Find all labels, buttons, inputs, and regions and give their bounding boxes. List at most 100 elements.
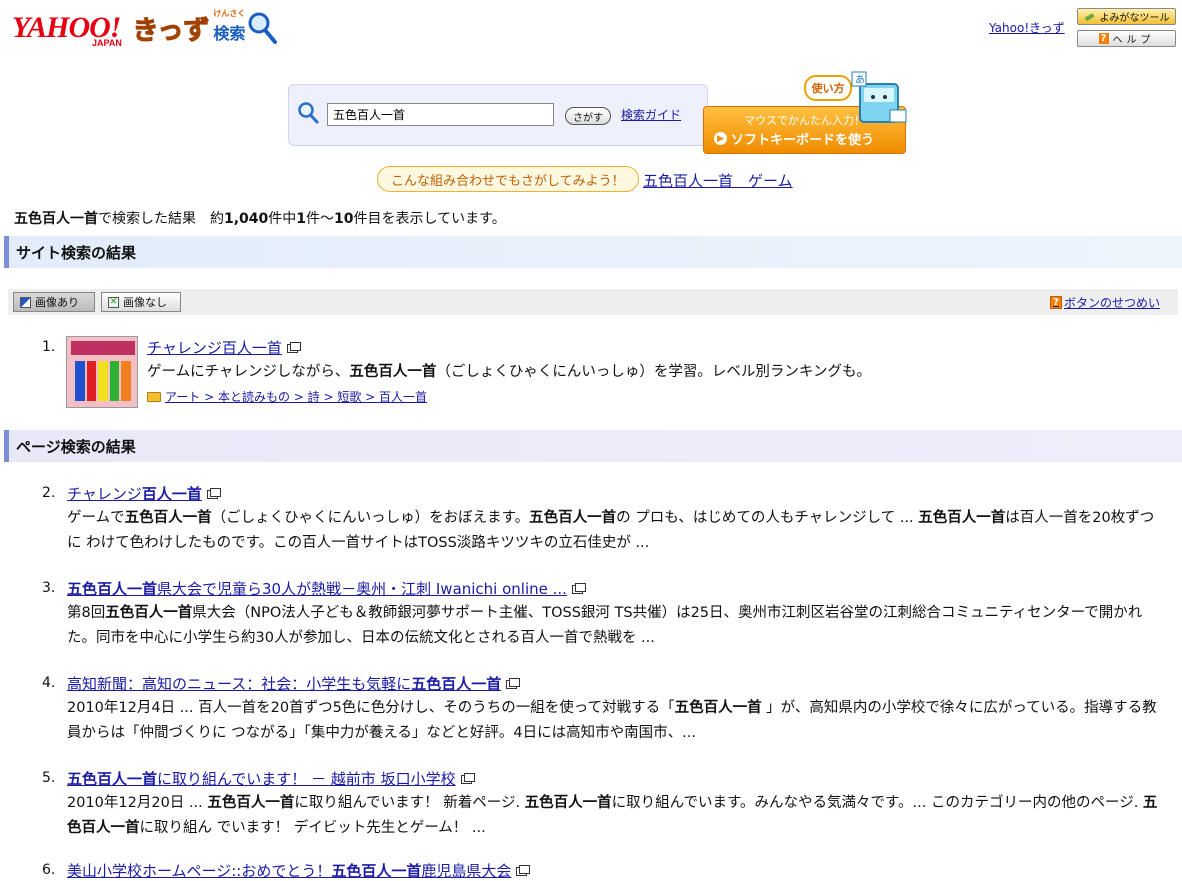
result-number: 2. <box>42 485 56 501</box>
question-icon: ? <box>1098 33 1109 44</box>
desc-keyword: 五色百人一首 <box>105 605 193 621</box>
title-keyword: 五色百人一首 <box>67 580 158 598</box>
summary-to: 10 <box>334 211 354 227</box>
desc-text: に取り組んでいます！ 新着ページ. <box>294 795 525 811</box>
help-button[interactable]: ? ヘルプ <box>1077 30 1176 47</box>
logo-search-label: 検索 <box>213 24 246 43</box>
title-keyword: 五色百人一首 <box>331 862 422 880</box>
header: YAHOO! JAPAN きっず けんさく 検索 Yahoo!きっず よみがなツ… <box>0 0 1182 60</box>
yahoo-kids-link[interactable]: Yahoo!きっず <box>989 19 1065 36</box>
result-summary: 五色百人一首で検索した結果 約1,040件中1件～10件目を表示しています。 <box>14 208 506 228</box>
site-thumbnail-image[interactable] <box>66 336 138 408</box>
folder-icon <box>147 391 161 402</box>
result-description: 第8回五色百人一首県大会（NPO法人子ども＆教師銀河夢サポート主催、TOSS銀河… <box>67 601 1167 651</box>
result-number: 1. <box>42 339 56 355</box>
images-on-button[interactable]: 画像あり <box>13 292 95 312</box>
site-search-heading: サイト検索の結果 <box>4 236 1182 268</box>
summary-text4: 件目を表示しています。 <box>353 211 506 227</box>
suggest-label: こんな組み合わせでもさがしてみよう！ <box>377 166 639 192</box>
title-text: 高知新聞：高知のニュース：社会：小学生も気軽に <box>67 675 412 693</box>
new-window-icon[interactable] <box>571 583 586 594</box>
desc-text: 2010年12月4日 ... 百人一首を20首ずつ5色に色分けし、そのうちの一組… <box>67 700 675 716</box>
page-search-heading: ページ検索の結果 <box>4 430 1182 462</box>
result-title-link[interactable]: 美山小学校ホームページ::おめでとう！五色百人一首鹿児島県大会 <box>67 860 531 881</box>
desc-keyword: 五色百人一首 <box>349 364 437 380</box>
images-on-label: 画像あり <box>35 296 79 309</box>
new-window-icon[interactable] <box>206 488 221 499</box>
play-arrow-icon: ▶ <box>714 132 727 145</box>
summary-text3: 件～ <box>306 211 335 227</box>
summary-from: 1 <box>296 211 307 227</box>
yomigana-tool-label: よみがなツール <box>1099 13 1170 24</box>
image-toggle-toolbar: 画像あり ✕ 画像なし ? ボタンのせつめい <box>8 289 1178 315</box>
search-icon <box>298 102 319 124</box>
summary-total: 1,040 <box>224 211 269 227</box>
result-number: 5. <box>42 770 56 786</box>
result-number: 3. <box>42 580 56 596</box>
question-icon: ? <box>1050 296 1062 309</box>
images-off-label: 画像なし <box>123 296 167 309</box>
search-input[interactable] <box>327 103 554 126</box>
summary-query: 五色百人一首 <box>14 211 98 227</box>
logo-search-ruby: けんさく <box>213 9 246 18</box>
images-off-button[interactable]: ✕ 画像なし <box>101 292 181 312</box>
image-on-icon <box>20 296 31 308</box>
result-title-link[interactable]: 五色百人一首に取り組んでいます！ － 越前市 坂口小学校 <box>67 768 475 789</box>
button-explanation-link[interactable]: ? ボタンのせつめい <box>1050 294 1160 311</box>
pencil-icon <box>1084 12 1094 21</box>
image-off-icon: ✕ <box>108 296 119 308</box>
title-keyword: 五色百人一首 <box>67 770 158 788</box>
keyboard-mascot-icon: あ <box>851 71 907 123</box>
result-title-link[interactable]: チャレンジ百人一首 <box>147 337 301 358</box>
result-description: ゲームで五色百人一首（ごしょくひゃくにんいっしゅ）をおぼえます。五色百人一首の … <box>67 506 1167 556</box>
desc-text: の プロも、はじめての人もチャレンジして ... <box>616 510 919 526</box>
desc-text: ゲームにチャレンジしながら、 <box>147 364 350 380</box>
desc-text: 2010年12月20日 ... <box>67 795 208 811</box>
howto-badge[interactable]: 使い方 <box>804 75 852 101</box>
result-number: 6. <box>42 862 56 878</box>
result-title-link[interactable]: 高知新聞：高知のニュース：社会：小学生も気軽に五色百人一首 <box>67 673 521 694</box>
desc-text: （ごしょくひゃくにんいっしゅ）を学習。レベル別ランキングも。 <box>436 364 871 380</box>
title-text: に取り組んでいます！ － 越前市 坂口小学校 <box>157 770 456 788</box>
result-description: 2010年12月20日 ... 五色百人一首に取り組んでいます！ 新着ページ. … <box>67 791 1167 841</box>
desc-text: （ごしょくひゃくにんいっしゅ）をおぼえます。 <box>211 510 530 526</box>
new-window-icon[interactable] <box>286 342 301 353</box>
new-window-icon[interactable] <box>506 678 521 689</box>
result-title-text: チャレンジ百人一首 <box>147 339 282 357</box>
search-guide-link[interactable]: 検索ガイド <box>621 106 681 123</box>
desc-text: ゲームで <box>67 510 125 526</box>
title-text: 鹿児島県大会 <box>421 862 512 880</box>
result-title-link[interactable]: 五色百人一首県大会で児童ら30人が熱戦－奥州・江刺 Iwanichi onlin… <box>67 578 586 599</box>
title-text: チャレンジ <box>67 485 142 503</box>
result-description: 2010年12月4日 ... 百人一首を20首ずつ5色に色分けし、そのうちの一組… <box>67 696 1167 746</box>
desc-keyword: 五色百人一首 <box>207 795 295 811</box>
magnifier-icon <box>248 12 278 44</box>
result-title-link[interactable]: チャレンジ百人一首 <box>67 483 221 504</box>
logo-japan-text: JAPAN <box>92 38 122 48</box>
desc-text: 県大会（NPO法人子ども＆教師銀河夢サポート主催、TOSS銀河 TS共催）は25… <box>67 605 1143 646</box>
help-label: ヘルプ <box>1112 35 1155 46</box>
category-path: アート > 本と読みもの > 詩 > 短歌 > 百人一首 <box>147 388 427 405</box>
desc-keyword: 五色百人一首 <box>124 510 212 526</box>
result-number: 4. <box>42 675 56 691</box>
yahoo-kids-search-logo[interactable]: YAHOO! JAPAN きっず けんさく 検索 <box>12 8 279 48</box>
desc-text: 第8回 <box>67 605 106 621</box>
title-text: 美山小学校ホームページ::おめでとう！ <box>67 862 332 880</box>
logo-search-text: けんさく 検索 <box>213 9 246 44</box>
suggest-link[interactable]: 五色百人一首 ゲーム <box>643 170 793 191</box>
summary-text2: 件中 <box>268 211 297 227</box>
title-keyword: 五色百人一首 <box>411 675 502 693</box>
desc-keyword: 五色百人一首 <box>674 700 762 716</box>
search-submit-button[interactable]: さがす <box>565 107 611 125</box>
title-keyword: 百人一首 <box>141 485 202 503</box>
title-text: 県大会で児童ら30人が熱戦－奥州・江刺 Iwanichi online ... <box>157 580 567 598</box>
desc-keyword: 五色百人一首 <box>918 510 1006 526</box>
category-link[interactable]: アート > 本と読みもの > 詩 > 短歌 > 百人一首 <box>165 388 427 405</box>
result-description: ゲームにチャレンジしながら、五色百人一首（ごしょくひゃくにんいっしゅ）を学習。レ… <box>147 360 1167 385</box>
new-window-icon[interactable] <box>460 773 475 784</box>
yomigana-tool-button[interactable]: よみがなツール <box>1077 8 1176 25</box>
desc-keyword: 五色百人一首 <box>529 510 617 526</box>
logo-kids-text: きっず <box>132 15 210 46</box>
desc-keyword: 五色百人一首 <box>524 795 612 811</box>
summary-text1: で検索した結果 約 <box>98 211 224 227</box>
